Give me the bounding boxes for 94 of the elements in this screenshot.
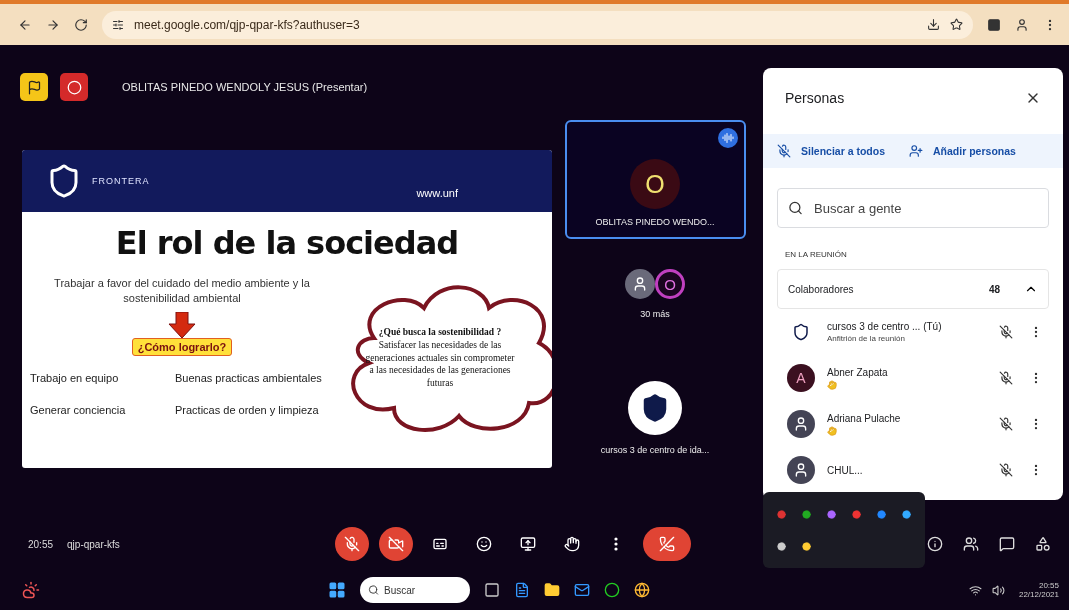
meeting-code: qjp-qpar-kfs — [67, 538, 120, 550]
participant-name: Abner Zapata — [827, 366, 889, 378]
tray-app-icon[interactable] — [877, 509, 886, 519]
wifi-icon[interactable] — [968, 583, 982, 597]
section-heading: EN LA REUNIÓN — [785, 250, 848, 259]
avatar: A — [787, 364, 815, 392]
slide-text: Generar conciencia — [30, 403, 127, 416]
star-icon[interactable] — [950, 18, 963, 31]
slide-text: Trabajar a favor del cuidado del medio ambiente y la sostenibilidad ambiental — [53, 276, 311, 306]
avatar — [628, 381, 682, 435]
people-icon[interactable] — [963, 536, 979, 552]
captions-icon — [431, 536, 448, 552]
participant-role: Anfitrión de la reunión — [827, 334, 906, 343]
add-person-icon — [909, 144, 924, 158]
panel-title: Personas — [785, 90, 845, 106]
muted-mic-icon — [777, 144, 791, 158]
mute-all-button[interactable]: Silenciar a todos — [777, 144, 886, 158]
meeting-time: 20:55 — [28, 538, 54, 550]
smiley-icon — [475, 536, 492, 552]
hand-icon — [563, 536, 580, 552]
volume-icon[interactable] — [991, 583, 1005, 597]
participant-name: cursos 3 de centro de ida... — [600, 445, 710, 455]
participants-group[interactable]: O 30 más — [625, 269, 685, 319]
microphone-button[interactable] — [334, 527, 369, 561]
camera-button[interactable] — [378, 527, 413, 561]
hang-up-icon — [658, 536, 675, 552]
download-icon[interactable] — [927, 18, 940, 31]
flag-icon — [26, 79, 42, 95]
address-bar[interactable]: meet.google.com/qjp-qpar-kfs?authuser=3 — [102, 10, 973, 39]
forward-icon[interactable] — [46, 17, 60, 32]
camera-off-icon — [387, 536, 404, 552]
mail-icon[interactable] — [574, 582, 590, 598]
avatar — [625, 269, 655, 299]
participant-name: CHUL... — [827, 464, 864, 476]
slide-text: Practicas de orden y limpieza — [175, 403, 320, 416]
callout-label: ¿Cómo lograrlo? — [131, 337, 233, 356]
profile-icon[interactable] — [1015, 17, 1029, 32]
muted-mic-icon[interactable] — [997, 369, 1015, 387]
record-button[interactable] — [60, 73, 88, 101]
activities-icon[interactable] — [1035, 536, 1051, 552]
collaborators-group[interactable]: Colaboradores 48 — [777, 269, 1049, 309]
taskbar-time: 20:55 — [1038, 581, 1059, 590]
muted-mic-icon[interactable] — [997, 461, 1015, 479]
info-icon[interactable] — [927, 536, 943, 552]
reload-icon[interactable] — [74, 17, 88, 32]
avatar — [787, 410, 815, 438]
slide-text: Trabajo en equipo — [30, 371, 120, 384]
muted-mic-icon — [343, 536, 360, 552]
slide-text: Buenas practicas ambientales — [175, 371, 323, 384]
extension-icon[interactable] — [987, 17, 1001, 32]
speaking-icon — [717, 128, 738, 148]
avatar: O — [630, 159, 680, 209]
slide-title: El rol de la sociedad — [114, 224, 460, 262]
weather-icon[interactable] — [22, 581, 40, 599]
search-field[interactable]: Buscar a gente — [777, 188, 1049, 228]
website-text: www.unf — [416, 187, 458, 199]
browser-icon[interactable] — [634, 582, 650, 598]
participant-name: cursos 3 de centro ... (Tú) — [827, 321, 943, 332]
participant-name: Adriana Pulache — [827, 412, 902, 424]
circle-icon — [66, 79, 82, 95]
taskbar-app-icon[interactable] — [514, 582, 530, 598]
participant-tile[interactable]: O OBLITAS PINEDO WENDO... — [564, 120, 746, 239]
university-name: FRONTERA — [92, 176, 150, 186]
avatar — [787, 456, 815, 484]
tray-app-icon[interactable] — [802, 509, 811, 519]
muted-mic-icon[interactable] — [997, 323, 1015, 341]
tray-app-icon[interactable] — [902, 509, 911, 519]
self-tile[interactable]: cursos 3 de centro de ida... — [600, 381, 710, 455]
search-icon — [368, 584, 379, 596]
site-settings-icon — [112, 18, 124, 31]
more-count: 30 más — [640, 309, 670, 319]
screen-share-icon — [519, 536, 536, 552]
muted-mic-icon[interactable] — [997, 415, 1015, 433]
presenter-name: OBLITAS PINEDO WENDOLY JESUS (Presentar) — [122, 80, 368, 95]
flag-button[interactable] — [20, 73, 48, 101]
start-icon[interactable] — [328, 581, 346, 599]
chat-icon[interactable] — [999, 536, 1015, 552]
tray-app-icon[interactable] — [777, 541, 786, 551]
tray-app-icon[interactable] — [827, 509, 836, 519]
avatar: O — [655, 269, 685, 299]
cloud-text: ¿Qué busca la sostenibilidad ? Satisfacer las necesidades de las generaciones actuales sin comprometer a las necesidades de las generaciones futuras — [365, 325, 515, 391]
down-arrow-icon — [167, 311, 197, 338]
back-icon[interactable] — [18, 17, 32, 32]
folder-icon[interactable] — [544, 582, 560, 598]
add-people-button[interactable]: Añadir personas — [909, 144, 1016, 158]
participant-name: OBLITAS PINEDO WENDO... — [595, 217, 715, 227]
taskbar-app-icon[interactable] — [604, 582, 620, 598]
more-icon — [613, 537, 618, 551]
taskbar-search-field[interactable]: Buscar — [360, 577, 470, 603]
url-text: meet.google.com/qjp-qpar-kfs?authuser=3 — [134, 17, 360, 32]
taskbar-date: 22/12/2021 — [1018, 590, 1059, 599]
search-icon — [788, 200, 803, 216]
taskbar-app-icon[interactable] — [484, 582, 500, 598]
leave-call-button[interactable] — [642, 527, 691, 561]
